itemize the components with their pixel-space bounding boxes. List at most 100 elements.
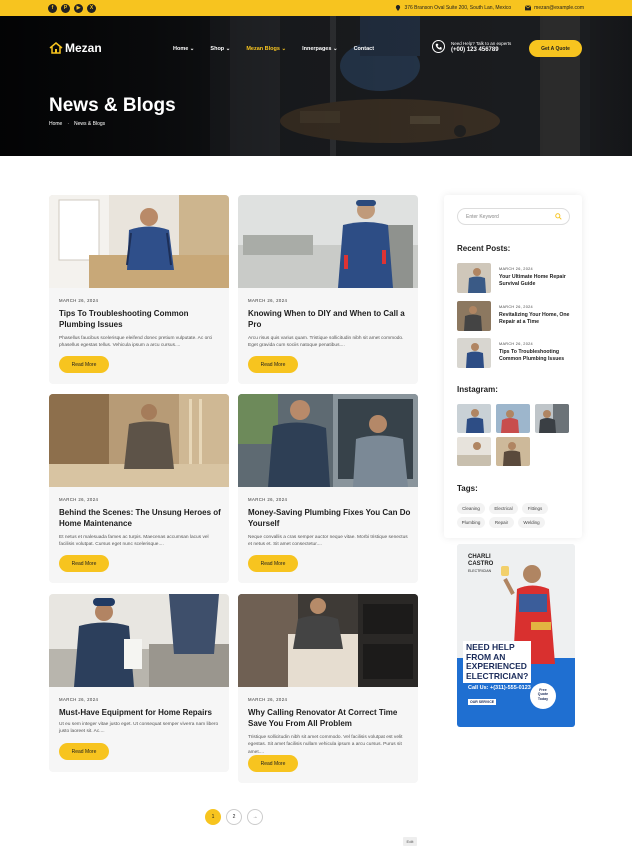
help-contact: Need Help? Talk to an experts (+00) 123 … [432, 40, 511, 53]
recent-post-item[interactable]: MARCH 26, 2024 Revitalizing Your Home, O… [457, 301, 577, 331]
blog-title[interactable]: Behind the Scenes: The Unsung Heroes of … [59, 507, 224, 529]
recent-post-thumbnail[interactable] [457, 263, 491, 293]
blog-card-image[interactable] [238, 195, 418, 288]
instagram-image[interactable] [535, 404, 569, 433]
recent-posts-heading: Recent Posts: [457, 244, 511, 253]
recent-post-date: MARCH 26, 2024 [499, 305, 533, 309]
breadcrumb: Home · News & Blogs [49, 121, 105, 127]
tag-repair[interactable]: Repair [489, 517, 514, 528]
recent-post-thumbnail[interactable] [457, 301, 491, 331]
blog-title[interactable]: Must-Have Equipment for Home Repairs [59, 707, 224, 718]
get-quote-button[interactable]: Get A Quote [529, 40, 582, 57]
recent-post-title[interactable]: Tips To Troubleshooting Common Plumbing … [499, 349, 579, 364]
site-logo[interactable]: Mezan [49, 41, 102, 55]
address-text: 376 Branson Oval Suite 200, South Lan, M… [404, 5, 512, 11]
ad-service-label: OUR SERVICE [468, 699, 497, 705]
breadcrumb-current: News & Blogs [74, 121, 106, 127]
search-input[interactable]: Enter Keyword [457, 208, 570, 225]
search-icon[interactable] [555, 213, 562, 220]
location-pin-icon [396, 5, 401, 11]
email-text[interactable]: mezan@example.com [534, 5, 584, 11]
read-more-button[interactable]: Read More [248, 356, 298, 373]
address-info: 376 Branson Oval Suite 200, South Lan, M… [395, 5, 511, 11]
sidebar: Enter Keyword Recent Posts: MARCH 26, 20… [444, 195, 582, 538]
blog-card-image[interactable] [238, 594, 418, 687]
nav-innerpages[interactable]: Innerpages ⌄ [302, 46, 337, 52]
social-links: f P ▶ X [48, 3, 96, 13]
logo-text: Mezan [65, 41, 102, 55]
help-label: Need Help? Talk to an experts [451, 40, 512, 46]
tag-electrical[interactable]: Electrical [489, 503, 518, 514]
breadcrumb-home[interactable]: Home [49, 121, 62, 127]
instagram-image[interactable] [457, 437, 491, 466]
blog-title[interactable]: Tips To Troubleshooting Common Plumbing … [59, 308, 224, 330]
blog-date: MARCH 26, 2024 [59, 697, 99, 702]
pagination-next-arrow-icon[interactable]: → [247, 809, 263, 825]
blog-excerpt: Neque convallis a cras semper auctor neq… [248, 535, 408, 548]
pagination-page-2[interactable]: 2 [226, 809, 242, 825]
tag-cleaning[interactable]: Cleaning [457, 503, 485, 514]
facebook-icon[interactable]: f [48, 3, 57, 13]
logo-house-icon [49, 42, 63, 54]
tag-plumbing[interactable]: Plumbing [457, 517, 485, 528]
blog-title[interactable]: Money-Saving Plumbing Fixes You Can Do Y… [248, 507, 413, 529]
breadcrumb-separator: · [67, 121, 70, 127]
nav-mezan-blogs[interactable]: Mezan Blogs ⌄ [246, 46, 286, 52]
read-more-button[interactable]: Read More [59, 356, 109, 373]
blog-card: MARCH 26, 2024 Money-Saving Plumbing Fix… [238, 394, 418, 583]
phone-ring [432, 40, 445, 53]
instagram-image[interactable] [496, 404, 530, 433]
blog-card-image[interactable] [49, 394, 229, 487]
tag-fittings[interactable]: Fittings [522, 503, 548, 514]
read-more-button[interactable]: Read More [59, 555, 109, 572]
blog-excerpt: Arcu risus quis varius quam. Tristique s… [248, 336, 404, 349]
pagination-page-1[interactable]: 1 [205, 809, 221, 825]
instagram-image[interactable] [457, 404, 491, 433]
electrician-ad-banner[interactable]: CHARLI CASTRO ELECTRICIAN NEED HELP FROM… [457, 544, 575, 727]
blog-title[interactable]: Knowing When to DIY and When to Call a P… [248, 308, 413, 330]
x-icon[interactable]: X [87, 3, 96, 13]
ad-headline: NEED HELP FROM AN EXPERIENCED ELECTRICIA… [463, 641, 532, 683]
blog-date: MARCH 26, 2024 [248, 298, 288, 303]
recent-post-date: MARCH 26, 2024 [499, 267, 533, 271]
recent-post-title[interactable]: Your Ultimate Home Repair Survival Guide [499, 274, 579, 289]
nav-contact[interactable]: Contact [354, 46, 374, 52]
ad-brand: CHARLI CASTRO ELECTRICIAN [468, 554, 494, 573]
blog-date: MARCH 26, 2024 [59, 298, 99, 303]
instagram-image[interactable] [496, 437, 530, 466]
blog-card-image[interactable] [49, 594, 229, 687]
mail-icon [525, 5, 532, 11]
blog-card-image[interactable] [49, 195, 229, 288]
top-bar: f P ▶ X 376 Branson Oval Suite 200, Sout… [0, 0, 632, 16]
pinterest-icon[interactable]: P [61, 3, 70, 13]
recent-post-item[interactable]: MARCH 26, 2024 Tips To Troubleshooting C… [457, 338, 577, 368]
blog-date: MARCH 26, 2024 [248, 697, 288, 702]
blog-card-image[interactable] [238, 394, 418, 487]
read-more-button[interactable]: Read More [59, 743, 109, 760]
blog-card: MARCH 26, 2024 Why Calling Renovator At … [238, 594, 418, 783]
main-nav: Home ⌄ Shop ⌄ Mezan Blogs ⌄ Innerpages ⌄… [173, 46, 374, 52]
recent-post-item[interactable]: MARCH 26, 2024 Your Ultimate Home Repair… [457, 263, 577, 293]
recent-post-thumbnail[interactable] [457, 338, 491, 368]
blog-excerpt: Tristique sollicitudin nibh sit amet com… [248, 735, 403, 755]
instagram-heading: Instagram: [457, 385, 498, 394]
blog-date: MARCH 26, 2024 [248, 497, 288, 502]
edit-link[interactable]: Edit [403, 837, 417, 846]
youtube-icon[interactable]: ▶ [74, 3, 83, 13]
tags-heading: Tags: [457, 484, 478, 493]
email-info[interactable]: mezan@example.com [525, 5, 584, 11]
blog-excerpt: Phasellus faucibus scelerisque eleifend … [59, 336, 213, 349]
nav-shop[interactable]: Shop ⌄ [210, 46, 230, 52]
hero-banner: Mezan Home ⌄ Shop ⌄ Mezan Blogs ⌄ Innerp… [0, 16, 632, 156]
tag-welding[interactable]: Welding [518, 517, 545, 528]
read-more-button[interactable]: Read More [248, 555, 298, 572]
blog-title[interactable]: Why Calling Renovator At Correct Time Sa… [248, 707, 413, 729]
read-more-button[interactable]: Read More [248, 755, 298, 772]
help-phone[interactable]: (+00) 123 456789 [451, 47, 511, 53]
recent-post-title[interactable]: Revitalizing Your Home, One Repair at a … [499, 312, 579, 327]
ad-call-text[interactable]: Call Us: +(311)-555-0123 [468, 685, 531, 691]
nav-home[interactable]: Home ⌄ [173, 46, 194, 52]
blog-card: MARCH 26, 2024 Knowing When to DIY and W… [238, 195, 418, 384]
phone-icon [435, 43, 442, 50]
blog-excerpt: Et netus et malesuada fames ac turpis. M… [59, 535, 209, 548]
